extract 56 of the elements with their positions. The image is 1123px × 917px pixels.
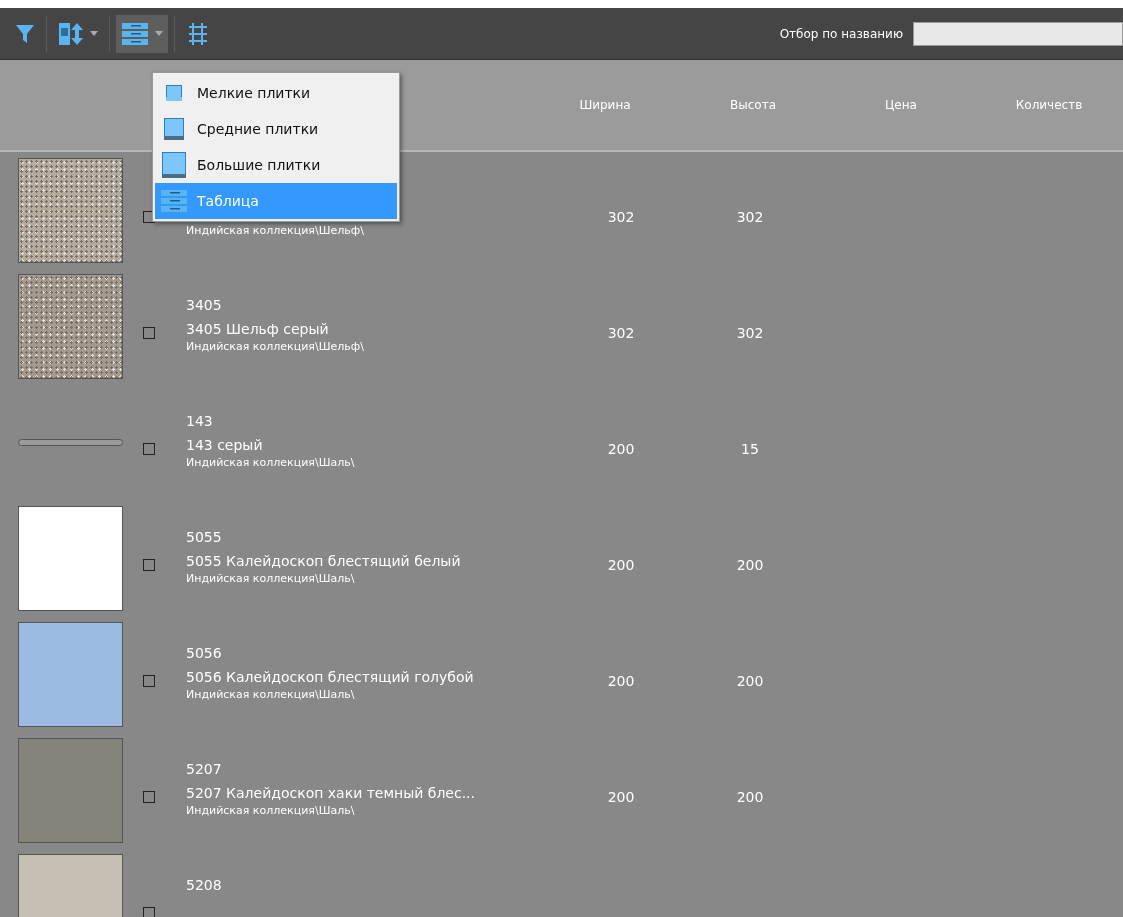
sort-icon — [58, 21, 84, 46]
menu-item[interactable]: Средние плитки — [155, 111, 397, 147]
item-path: Индийская коллекция\Шаль\ — [186, 687, 356, 703]
width-cell-text: 302 — [607, 207, 635, 227]
item-code: 5056 — [186, 644, 223, 663]
caret-icon — [155, 30, 163, 37]
tile-size-icon — [164, 118, 184, 140]
checkbox[interactable] — [143, 907, 155, 917]
item-path: Индийская коллекция\Шаль\ — [186, 571, 356, 587]
width-cell-text: 200 — [607, 555, 635, 575]
column-header[interactable]: Высота — [730, 96, 776, 114]
height-cell-text: 200 — [736, 787, 764, 807]
item-name: 5055 Калейдоскоп блестящий белый — [186, 552, 462, 571]
width-cell-text: 200 — [607, 671, 635, 691]
width-cell-text: 200 — [607, 439, 635, 459]
tile-size-icon — [162, 152, 186, 178]
height-cell-text: 200 — [736, 555, 764, 575]
item-path: Индийская коллекция\Шельф\ — [186, 223, 365, 239]
column-header[interactable]: Количеств — [1015, 96, 1083, 114]
table-view-icon — [121, 21, 149, 46]
item-code: 143 — [186, 412, 214, 431]
item-name: 143 серый — [186, 436, 264, 455]
caret-icon — [90, 30, 98, 37]
column-header[interactable]: Ширина — [579, 96, 631, 114]
toolbar-button[interactable] — [116, 14, 168, 53]
item-name: 5207 Калейдоскоп хаки темный блес... — [186, 784, 477, 803]
item-code: 5055 — [186, 528, 223, 547]
search-label: Отбор по названию — [779, 25, 903, 43]
item-path: Индийская коллекция\Шельф\ — [186, 339, 365, 355]
width-cell-text: 302 — [607, 323, 635, 343]
grid-icon — [186, 21, 210, 46]
table-view-icon — [160, 189, 188, 213]
height-cell-text: 200 — [736, 671, 764, 691]
height-cell-text: 302 — [736, 207, 764, 227]
menu-item[interactable]: Мелкие плитки — [155, 75, 397, 111]
item-code: 5208 — [186, 876, 223, 895]
height-cell-text: 302 — [736, 323, 764, 343]
item-name: 3405 Шельф серый — [186, 320, 330, 339]
checkbox[interactable] — [143, 327, 155, 339]
checkbox[interactable] — [143, 443, 155, 455]
checkbox[interactable] — [143, 791, 155, 803]
menu-item[interactable]: Большие плитки — [155, 147, 397, 183]
menu-item[interactable]: Таблица — [155, 183, 397, 219]
width-cell-text: 200 — [607, 787, 635, 807]
item-name: 5056 Калейдоскоп блестящий голубой — [186, 668, 475, 687]
column-header[interactable]: Цена — [885, 96, 917, 114]
item-path: Индийская коллекция\Шаль\ — [186, 455, 356, 471]
checkbox[interactable] — [143, 675, 155, 687]
item-code: 5207 — [186, 760, 223, 779]
checkbox[interactable] — [143, 559, 155, 571]
height-cell-text: 15 — [741, 439, 759, 459]
item-path: Индийская коллекция\Шаль\ — [186, 803, 356, 819]
search-field[interactable] — [913, 21, 1123, 46]
item-code: 3405 — [186, 296, 223, 315]
filter-icon — [15, 22, 35, 45]
tile-size-icon — [166, 85, 182, 101]
